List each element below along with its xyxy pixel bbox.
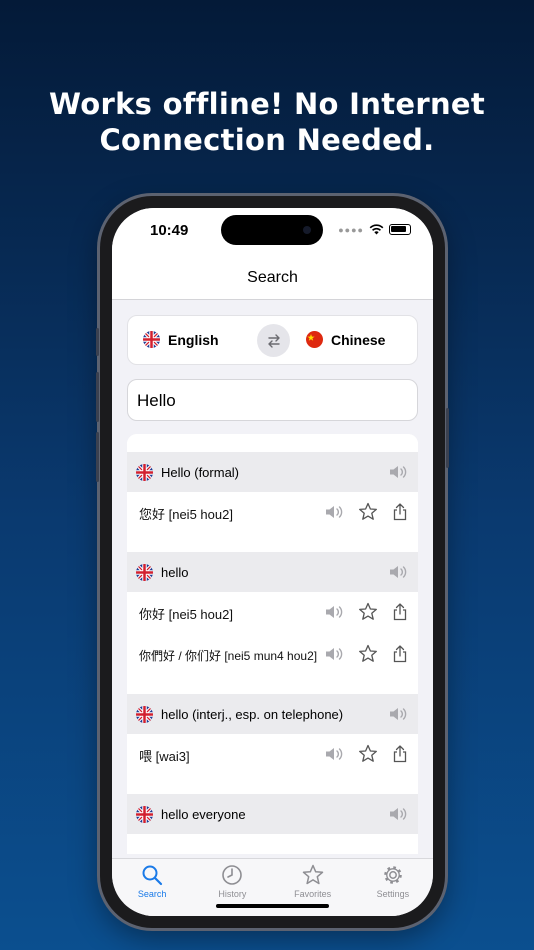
uk-flag-icon <box>136 563 153 581</box>
translation-row[interactable]: 喂 [wai3] <box>127 734 418 776</box>
uk-flag-icon <box>136 463 153 481</box>
star-icon[interactable] <box>358 502 378 521</box>
power-button <box>446 408 449 468</box>
translation-row[interactable]: 您好 [nei5 hou2] <box>127 492 418 534</box>
tab-settings[interactable]: Settings <box>353 859 433 916</box>
mute-switch <box>96 328 99 356</box>
swap-icon <box>267 333 280 348</box>
entry-header[interactable]: hello <box>127 552 418 592</box>
speaker-icon[interactable] <box>324 646 344 662</box>
entry-term: Hello (formal) <box>161 464 240 480</box>
status-icons: ●●●● <box>338 224 411 235</box>
source-language-button[interactable]: English <box>143 331 219 348</box>
nav-bar: Search <box>112 258 433 300</box>
speaker-icon[interactable] <box>324 504 344 520</box>
tab-search[interactable]: Search <box>112 859 192 916</box>
share-icon[interactable] <box>392 744 408 763</box>
translation-text: 您好 [nei5 hou2] <box>139 506 233 522</box>
translation-text: 你好 [nei5 hou2] <box>139 606 233 622</box>
clock-icon <box>222 865 243 885</box>
entry-header[interactable]: Hello (formal) <box>127 452 418 492</box>
status-bar: 10:49 ●●●● <box>112 208 433 258</box>
entry-term: hello <box>161 564 189 580</box>
headline-line-1: Works offline! No Internet <box>48 87 486 121</box>
language-selector: English Chinese <box>127 315 418 365</box>
speaker-icon[interactable] <box>388 706 408 722</box>
volume-up-button <box>96 372 99 422</box>
entry-term: hello (interj., esp. on telephone) <box>161 706 344 722</box>
source-language-label: English <box>168 331 219 348</box>
uk-flag-icon <box>136 705 153 723</box>
translation-row[interactable]: 你好 [nei5 hou2] <box>127 592 418 634</box>
translation-row[interactable]: 你們好 / 你们好 [nei5 mun4 hou2] <box>127 634 418 676</box>
star-icon <box>302 864 323 885</box>
speaker-icon[interactable] <box>324 604 344 620</box>
headline: Works offline! No Internet Connection Ne… <box>0 86 534 158</box>
speaker-icon[interactable] <box>324 746 344 762</box>
headline-line-2: Connection Needed. <box>99 123 435 157</box>
gear-icon <box>384 866 402 884</box>
uk-flag-icon <box>143 331 160 348</box>
target-language-label: Chinese <box>331 331 386 348</box>
translation-text: 你們好 / 你们好 [nei5 mun4 hou2] <box>139 648 318 663</box>
uk-flag-icon <box>136 805 153 823</box>
tab-settings-label: Settings <box>376 889 410 899</box>
share-icon[interactable] <box>392 644 408 663</box>
entry-term: hello everyone <box>161 806 246 822</box>
speaker-icon[interactable] <box>388 464 408 480</box>
target-language-button[interactable]: Chinese <box>306 331 385 348</box>
search-icon <box>142 865 163 886</box>
results-list: Hello (formal) 您好 [nei5 hou2] hello 你好 [… <box>127 434 418 854</box>
status-time: 10:49 <box>150 222 189 239</box>
speaker-icon[interactable] <box>388 564 408 580</box>
china-flag-icon <box>306 331 323 348</box>
tab-search-label: Search <box>137 889 167 899</box>
translation-text: 喂 [wai3] <box>139 748 190 764</box>
search-input[interactable]: Hello <box>127 379 418 421</box>
tab-favorites-label: Favorites <box>294 889 332 899</box>
star-icon[interactable] <box>358 602 378 621</box>
phone-frame: 10:49 ●●●● Search English Chinese Hello … <box>96 196 449 928</box>
phone-screen: 10:49 ●●●● Search English Chinese Hello … <box>112 208 433 916</box>
signal-icon: ●●●● <box>338 224 364 235</box>
share-icon[interactable] <box>392 502 408 521</box>
star-icon[interactable] <box>358 744 378 763</box>
battery-icon <box>389 224 411 235</box>
share-icon[interactable] <box>392 602 408 621</box>
entry-header[interactable]: hello everyone <box>127 794 418 834</box>
wifi-icon <box>369 224 384 235</box>
volume-down-button <box>96 432 99 482</box>
star-icon[interactable] <box>358 644 378 663</box>
speaker-icon[interactable] <box>388 806 408 822</box>
home-indicator <box>216 904 329 908</box>
entry-header[interactable]: hello (interj., esp. on telephone) <box>127 694 418 734</box>
tab-history-label: History <box>218 889 247 899</box>
page-title: Search <box>247 269 298 286</box>
swap-languages-button[interactable] <box>257 324 290 357</box>
dynamic-island <box>221 215 323 245</box>
